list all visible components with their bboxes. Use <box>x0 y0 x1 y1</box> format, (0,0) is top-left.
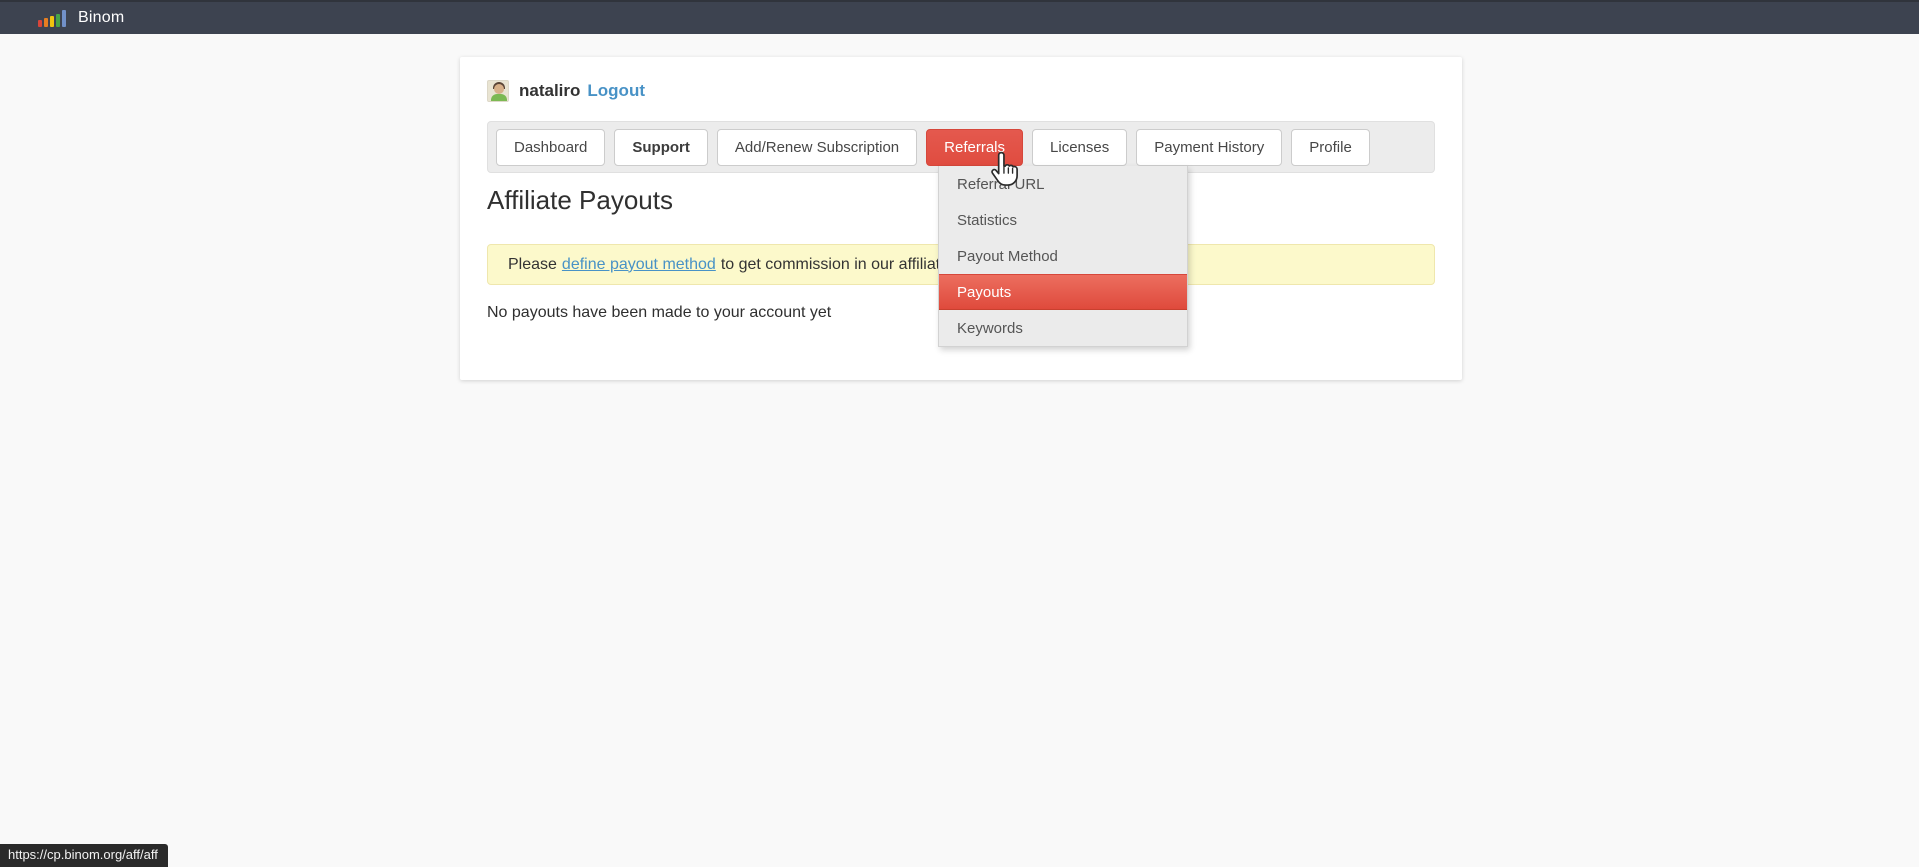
top-bar: Binom <box>0 0 1919 34</box>
referrals-dropdown-menu: Referral URL Statistics Payout Method Pa… <box>938 166 1188 347</box>
user-avatar <box>487 80 509 102</box>
tab-add-renew-subscription[interactable]: Add/Renew Subscription <box>717 129 917 166</box>
tab-profile[interactable]: Profile <box>1291 129 1370 166</box>
page-title: Affiliate Payouts <box>487 185 673 216</box>
link-preview-url: https://cp.binom.org/aff/aff <box>8 847 158 862</box>
user-row: nataliro Logout <box>487 80 645 102</box>
tab-payment-history[interactable]: Payment History <box>1136 129 1282 166</box>
define-payout-method-link[interactable]: define payout method <box>562 256 716 274</box>
menu-item-referral-url[interactable]: Referral URL <box>939 166 1187 202</box>
empty-payouts-message: No payouts have been made to your accoun… <box>487 304 831 322</box>
binom-logo-bar-chart-icon <box>38 10 66 27</box>
brand-name: Binom <box>78 9 124 27</box>
tab-dashboard[interactable]: Dashboard <box>496 129 605 166</box>
menu-item-payouts[interactable]: Payouts <box>939 274 1187 310</box>
tab-referrals[interactable]: Referrals <box>926 129 1023 166</box>
menu-item-statistics[interactable]: Statistics <box>939 202 1187 238</box>
notice-text-prefix: Please <box>508 256 557 274</box>
link-preview-statusbar: https://cp.binom.org/aff/aff <box>0 844 168 867</box>
user-name: nataliro <box>519 81 580 101</box>
tab-licenses[interactable]: Licenses <box>1032 129 1127 166</box>
menu-item-payout-method[interactable]: Payout Method <box>939 238 1187 274</box>
tab-support[interactable]: Support <box>614 129 708 166</box>
logout-link[interactable]: Logout <box>587 81 645 101</box>
menu-item-keywords[interactable]: Keywords <box>939 310 1187 346</box>
